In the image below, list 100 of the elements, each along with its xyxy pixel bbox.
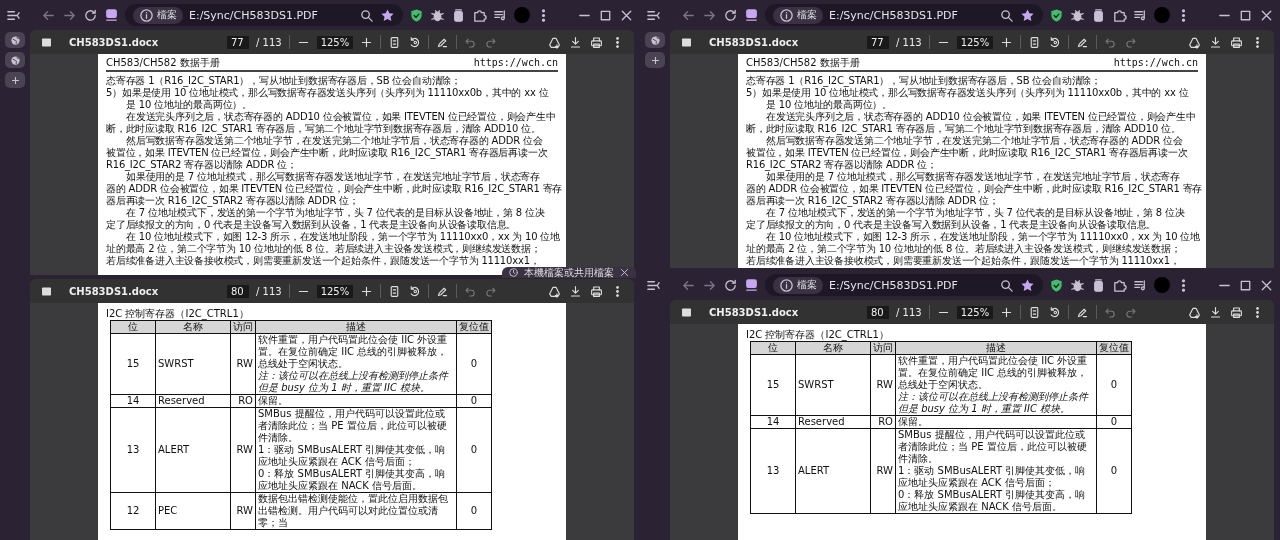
shield-icon[interactable]	[409, 7, 424, 23]
column-header: 描述	[255, 320, 457, 334]
download-icon[interactable]	[1209, 35, 1222, 49]
menu-icon[interactable]	[680, 305, 693, 319]
zoom-in-icon[interactable]	[360, 284, 374, 298]
download-icon[interactable]	[569, 284, 582, 298]
media-icon[interactable]	[1133, 277, 1148, 293]
star-icon[interactable]	[1020, 277, 1035, 293]
puzzle-icon[interactable]	[1112, 277, 1127, 293]
page-number-field[interactable]: 80	[867, 305, 889, 319]
site-info-chip[interactable]: 檔案	[773, 6, 823, 24]
search-icon[interactable]	[999, 7, 1014, 23]
zoom-level[interactable]: 125%	[956, 35, 994, 49]
page-number-field[interactable]: 77	[867, 35, 889, 49]
reload-icon[interactable]	[723, 7, 738, 23]
jar-icon[interactable]	[1091, 7, 1106, 23]
table-cell: 14	[110, 394, 156, 408]
globe-button[interactable]	[5, 32, 25, 48]
search-icon[interactable]	[999, 277, 1014, 293]
drive-icon[interactable]	[548, 35, 561, 49]
site-info-chip[interactable]: 檔案	[773, 276, 823, 294]
table-cell: RW	[230, 333, 256, 395]
address-bar[interactable]: 檔案 E:/Sync/CH583DS1.PDF	[765, 4, 1043, 26]
menu-icon[interactable]	[40, 35, 53, 49]
add-button[interactable]	[5, 72, 25, 88]
description-text: 软件重置，用户代码置此位会使 IIC 外设重置。在复位前确定 IIC 总线的引脚被释放，总线处于空闲状态。	[898, 355, 1089, 391]
shield-icon[interactable]	[1049, 7, 1064, 23]
media-icon[interactable]	[1133, 7, 1148, 23]
reload-icon[interactable]	[83, 7, 98, 23]
text-line: 器后再读一次 R16_I2C_STAR2 寄存器以清除 ADDR 位；	[746, 195, 999, 207]
globe-button[interactable]	[645, 32, 665, 48]
download-icon[interactable]	[1209, 305, 1222, 319]
zoom-level[interactable]: 125%	[956, 305, 994, 319]
jar-icon[interactable]	[451, 7, 466, 23]
notification-text: 本機檔案或共用檔案	[524, 267, 614, 278]
download-icon[interactable]	[569, 35, 582, 49]
text-line: 态寄存器 1（R16_I2C_STAR1），写从地址到数据寄存器后，SB 位会自动清除；	[746, 75, 1102, 87]
close-icon[interactable]	[619, 267, 630, 278]
text-line: 被置位，如果 ITEVTEN 位已经置位，则会产生中断，此时应读取 R16_I2C_STAR1 寄存器后再读一次	[106, 147, 549, 159]
globe-icon	[649, 34, 661, 46]
globe-button[interactable]	[5, 52, 25, 68]
puzzle-icon[interactable]	[472, 7, 487, 23]
print-icon[interactable]	[1230, 305, 1243, 319]
shield-icon[interactable]	[1049, 277, 1064, 293]
table-cell: 0	[456, 407, 492, 493]
zoom-in-icon[interactable]	[360, 35, 374, 49]
text-line: 器后再读一次 R16_I2C_STAR2 寄存器以清除 ADDR 位；	[106, 195, 359, 207]
menu-icon[interactable]	[40, 284, 53, 298]
drive-icon[interactable]	[548, 284, 561, 298]
page-number-field[interactable]: 80	[227, 284, 249, 298]
print-icon[interactable]	[1230, 35, 1243, 49]
column-header: 名称	[155, 320, 231, 334]
zoom-level[interactable]: 125%	[316, 35, 354, 49]
description-text: 数据包出错检测使能位，置此位启用数据包出错检测。用户代码可以对此位置位或清零；当	[258, 493, 449, 529]
zoom-level[interactable]: 125%	[316, 284, 354, 298]
description-text: 0：释放 SMBusALERT 引脚使其变高，响应地址头应紧跟在 NACK 信号后面。	[258, 468, 447, 492]
url-text: E:/Sync/CH583DS1.PDF	[189, 8, 319, 22]
page-total: / 113	[896, 306, 922, 318]
address-bar[interactable]: 檔案 E:/Sync/CH583DS1.PDF	[125, 4, 403, 26]
description-text: 保留。	[898, 416, 929, 428]
site-info-chip[interactable]: 檔案	[133, 6, 183, 24]
star-icon[interactable]	[1020, 7, 1035, 23]
bug-icon[interactable]	[430, 7, 445, 23]
star-icon[interactable]	[380, 7, 395, 23]
media-icon[interactable]	[493, 7, 508, 23]
page-number-field[interactable]: 77	[227, 35, 249, 49]
rotate-icon[interactable]	[1048, 305, 1062, 319]
bug-icon[interactable]	[1070, 7, 1085, 23]
reload-icon[interactable]	[723, 277, 738, 293]
rotate-icon[interactable]	[408, 284, 422, 298]
text-line: 如果使用的是 7 位地址模式，那么写数据寄存器发送地址字节，在发送完地址字节后，状态寄存	[765, 171, 1181, 183]
description-text: 注：该位可以在总线上没有检测到停止条件但是 busy 位为 1 时，重置 IIC 模块。	[898, 391, 1090, 415]
table-cell: RW	[230, 407, 256, 493]
rotate-icon[interactable]	[408, 35, 422, 49]
jar-icon[interactable]	[1091, 277, 1106, 293]
info-icon	[779, 277, 794, 293]
zoom-in-icon[interactable]	[1000, 35, 1014, 49]
print-icon[interactable]	[590, 35, 603, 49]
table-cell: 13	[110, 407, 156, 493]
table-cell: 0	[456, 492, 492, 530]
menu-icon[interactable]	[680, 35, 693, 49]
puzzle-icon[interactable]	[1112, 7, 1127, 23]
drive-icon[interactable]	[1188, 305, 1201, 319]
document-title: CH583DS1.docx	[709, 36, 800, 48]
drive-icon[interactable]	[1188, 35, 1201, 49]
rotate-icon[interactable]	[1048, 35, 1062, 49]
bug-icon[interactable]	[1070, 277, 1085, 293]
address-bar[interactable]: 檔案 E:/Sync/CH583DS1.PDF	[765, 274, 1043, 296]
tab-icon[interactable]	[104, 7, 119, 23]
tab-icon[interactable]	[744, 277, 759, 293]
notification-tab[interactable]: 本機檔案或共用檔案	[502, 267, 636, 278]
zoom-in-icon[interactable]	[1000, 305, 1014, 319]
tab-icon[interactable]	[744, 7, 759, 23]
info-icon	[779, 7, 794, 23]
text-line: 址的最高 2 位，第二个字节为 10 位地址的低 8 位。若后续进入主设备发送模式，则继续发送数据；	[106, 243, 542, 255]
print-icon[interactable]	[590, 284, 603, 298]
table-cell: RW	[870, 428, 896, 514]
table-cell: 15	[110, 333, 156, 395]
add-button[interactable]	[645, 52, 665, 68]
search-icon[interactable]	[359, 7, 374, 23]
